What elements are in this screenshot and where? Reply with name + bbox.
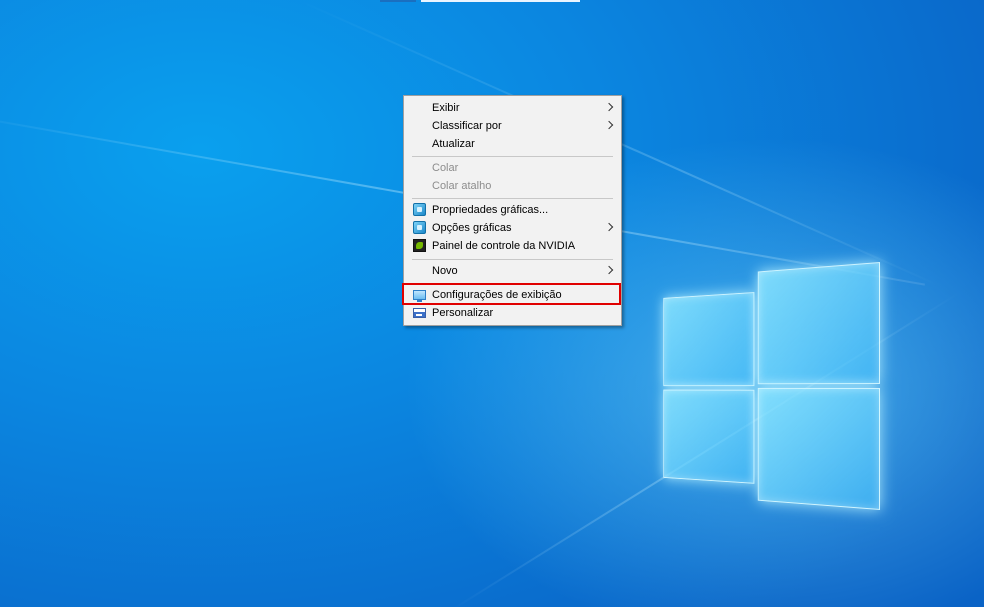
menu-item-painel-nvidia[interactable]: Painel de controle da NVIDIA — [405, 237, 620, 255]
menu-item-propriedades-graficas[interactable]: Propriedades gráficas... — [405, 201, 620, 219]
menu-item-configuracoes-de-exibicao[interactable]: Configurações de exibição — [405, 286, 620, 304]
menu-item-colar: Colar — [405, 159, 620, 177]
menu-item-label: Painel de controle da NVIDIA — [432, 240, 576, 252]
top-edge-strip — [380, 0, 416, 2]
menu-separator — [412, 156, 613, 157]
menu-separator — [412, 198, 613, 199]
display-settings-icon — [413, 290, 426, 302]
menu-item-label: Opções gráficas — [432, 222, 512, 234]
menu-item-classificar-por[interactable]: Classificar por — [405, 117, 620, 135]
menu-item-label: Exibir — [432, 102, 460, 114]
desktop-background[interactable]: Exibir Classificar por Atualizar Colar C… — [0, 0, 984, 607]
menu-item-atualizar[interactable]: Atualizar — [405, 135, 620, 153]
menu-separator — [412, 259, 613, 260]
desktop-context-menu: Exibir Classificar por Atualizar Colar C… — [403, 95, 622, 326]
intel-graphics-icon — [413, 221, 426, 234]
personalize-icon — [413, 308, 426, 318]
windows-logo — [630, 262, 890, 512]
menu-item-label: Novo — [432, 265, 458, 277]
windows-logo-pane — [757, 387, 880, 510]
submenu-arrow-icon — [604, 102, 614, 112]
menu-item-label: Atualizar — [432, 138, 475, 150]
menu-item-label: Colar — [432, 162, 459, 174]
submenu-arrow-icon — [604, 222, 614, 232]
windows-logo-pane — [663, 389, 755, 484]
menu-item-label: Colar atalho — [432, 180, 492, 192]
submenu-arrow-icon — [604, 265, 614, 275]
menu-item-label: Classificar por — [432, 120, 502, 132]
menu-item-personalizar[interactable]: Personalizar — [405, 304, 620, 322]
menu-separator — [412, 283, 613, 284]
menu-item-label: Personalizar — [432, 307, 494, 319]
windows-logo-pane — [757, 262, 880, 385]
menu-item-label: Configurações de exibição — [432, 289, 562, 301]
nvidia-icon — [413, 239, 426, 252]
menu-item-label: Propriedades gráficas... — [432, 204, 549, 216]
intel-graphics-icon — [413, 203, 426, 216]
menu-item-novo[interactable]: Novo — [405, 262, 620, 280]
menu-item-colar-atalho: Colar atalho — [405, 177, 620, 195]
menu-item-opcoes-graficas[interactable]: Opções gráficas — [405, 219, 620, 237]
top-edge-strip-light — [421, 0, 580, 2]
windows-logo-pane — [663, 292, 755, 387]
menu-item-exibir[interactable]: Exibir — [405, 99, 620, 117]
submenu-arrow-icon — [604, 120, 614, 130]
